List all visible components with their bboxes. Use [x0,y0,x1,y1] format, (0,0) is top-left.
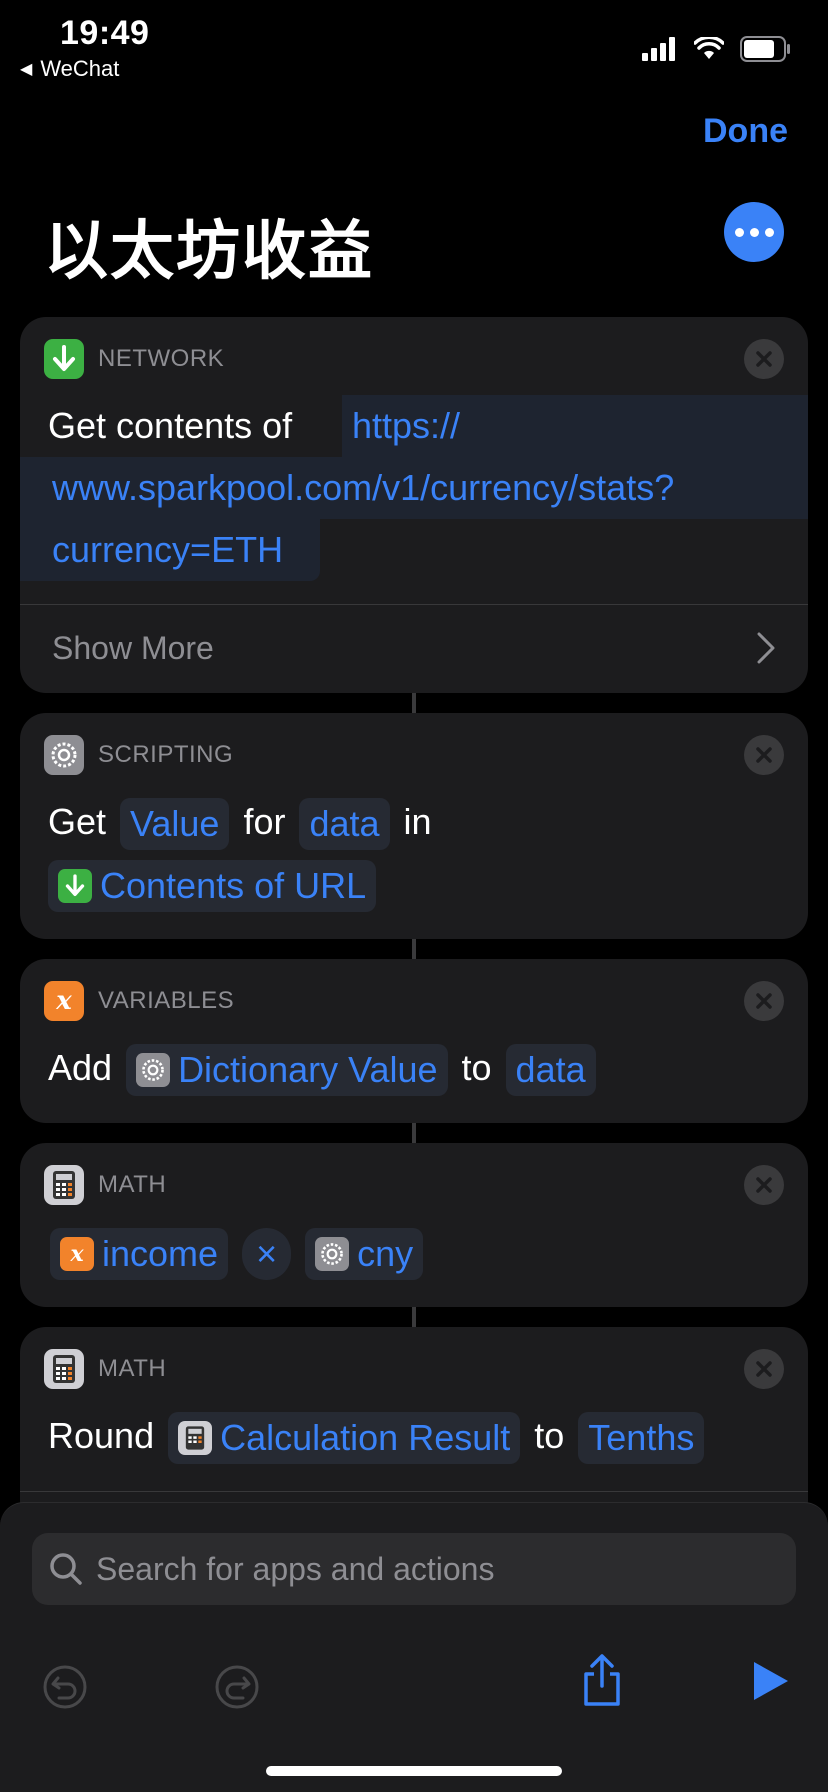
search-input[interactable] [96,1550,736,1588]
gear-icon [315,1237,350,1272]
flow-connector [412,1307,416,1327]
back-app-label: WeChat [40,56,120,81]
action-word: Round [48,1415,155,1456]
remove-action-button[interactable] [744,735,784,775]
action-word: Get [48,801,107,842]
parameter-token[interactable]: data [505,1044,596,1097]
action-word: to [461,1047,492,1088]
chevron-right-icon[interactable] [756,631,776,665]
action-word: to [534,1415,565,1456]
variable-token[interactable]: Dictionary Value [126,1044,448,1097]
download-icon [44,339,84,379]
card-header: MATH [44,1349,166,1389]
remove-action-button[interactable] [744,339,784,379]
category-label: NETWORK [98,345,225,372]
variable-token[interactable]: cny [305,1228,424,1281]
close-icon [756,1361,772,1377]
variable-token-label: cny [357,1233,414,1275]
variable-token[interactable]: Contents of URL [48,860,377,913]
variable-token[interactable]: Calculation Result [168,1412,521,1465]
action-card-scripting[interactable]: SCRIPTING Get Value for data in Contents of … [20,713,808,939]
flow-connector [412,693,416,713]
variable-x-icon: x [60,1237,94,1272]
url-line: www.sparkpool.com/v1/currency/stats? [20,457,808,519]
remove-action-button[interactable] [744,1349,784,1389]
action-word: for [243,801,286,842]
status-bar: 19:49 ◀ WeChat [0,0,828,86]
redo-icon[interactable] [214,1664,260,1710]
undo-icon[interactable] [42,1664,88,1710]
card-header: NETWORK [44,339,224,379]
back-triangle-icon: ◀ [20,61,33,78]
home-indicator [266,1766,562,1776]
action-word: in [403,801,432,842]
battery-icon [740,36,790,62]
variable-token[interactable]: x income [50,1228,229,1281]
action-card-variables[interactable]: x VARIABLES Add Dictionary Value to data [20,959,808,1123]
category-label: MATH [98,1171,167,1198]
action-sentence: x income × cny [50,1221,437,1283]
action-sentence: Round Calculation Result to Tenths [48,1405,718,1467]
variable-token-label: income [102,1233,219,1275]
gear-icon [44,735,84,775]
search-bar[interactable] [32,1533,796,1605]
action-sentence: Add Dictionary Value to data [48,1037,610,1099]
parameter-token[interactable]: Value [120,798,230,851]
close-icon [756,1177,772,1193]
wifi-icon [694,37,724,59]
action-sentence-line2: Contents of URL [48,853,390,915]
calculator-icon [44,1349,84,1389]
variable-token-label: Calculation Result [220,1417,511,1459]
action-card-math-calculate[interactable]: MATH x income × cny [20,1143,808,1307]
calculator-icon [44,1165,84,1205]
category-label: SCRIPTING [98,741,234,768]
flow-connector [412,939,416,959]
page-title: 以太坊收益 [44,215,374,289]
action-word: Add [48,1047,113,1088]
close-icon [756,351,772,367]
variable-token-label: Dictionary Value [178,1049,438,1091]
url-line: currency=ETH [20,519,320,581]
url-parameter[interactable]: https:// www.sparkpool.com/v1/currency/s… [20,395,808,581]
status-time: 19:49 [60,14,150,52]
done-button[interactable]: Done [703,112,788,151]
divider [20,604,808,605]
cellular-signal-icon [642,37,675,61]
parameter-token[interactable]: data [299,798,390,851]
variable-token-label: Contents of URL [100,865,367,907]
play-icon[interactable] [752,1660,790,1702]
operator-token[interactable]: × [242,1228,292,1281]
card-header: MATH [44,1165,166,1205]
parameter-token[interactable]: Tenths [578,1412,705,1465]
gear-icon [136,1053,171,1088]
action-card-math-round[interactable]: MATH Round Calculation Result to Tenths [20,1327,808,1527]
remove-action-button[interactable] [744,981,784,1021]
status-icons [642,36,792,62]
action-sentence: Get Value for data in [48,791,446,853]
category-label: MATH [98,1355,167,1382]
show-more-button[interactable]: Show More [52,630,214,667]
card-header: x VARIABLES [44,981,234,1021]
back-to-app-link[interactable]: ◀ WeChat [20,56,119,82]
ellipsis-icon [734,227,744,237]
action-card-network[interactable]: NETWORK Get contents of https:// www.spa… [20,317,808,693]
divider [20,1491,808,1492]
remove-action-button[interactable] [744,1165,784,1205]
share-icon[interactable] [580,1652,624,1708]
url-line: https:// [342,395,808,457]
more-options-button[interactable] [724,202,784,262]
download-icon [58,869,92,904]
variable-x-icon: x [44,981,84,1021]
category-label: VARIABLES [98,987,235,1014]
card-header: SCRIPTING [44,735,233,775]
calculator-icon [178,1421,213,1456]
close-icon [756,747,772,763]
close-icon [756,993,772,1009]
search-icon [50,1553,82,1585]
flow-connector [412,1123,416,1143]
